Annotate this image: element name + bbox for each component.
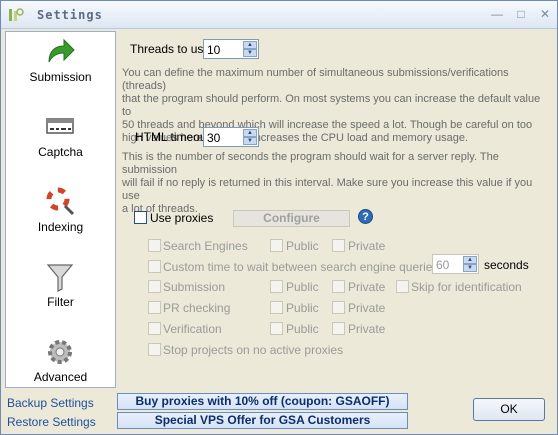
lifebuoy-search-icon [46, 187, 75, 216]
wait-seconds-value: 60 [436, 258, 450, 272]
spin-up-icon[interactable]: ▲ [463, 256, 477, 264]
sidebar-item-filter[interactable]: Filter [6, 257, 115, 329]
spin-up-icon[interactable]: ▲ [243, 41, 257, 49]
help-icon[interactable]: ? [358, 209, 373, 224]
skip-identification-checkbox[interactable] [396, 280, 409, 293]
skip-identification-label: Skip for identification [411, 280, 522, 294]
threads-value: 10 [207, 43, 221, 57]
app-icon [9, 8, 24, 21]
sidebar-item-label: Captcha [38, 145, 83, 159]
public-label: Public [286, 301, 319, 315]
search-engines-label: Search Engines [163, 239, 248, 253]
spin-down-icon[interactable]: ▼ [243, 49, 257, 57]
html-timeout-label: HTML timeout [135, 130, 210, 144]
green-arrow-icon [48, 38, 75, 63]
configure-button[interactable]: Configure [233, 210, 350, 227]
pr-checking-label: PR checking [163, 301, 231, 315]
sidebar-item-label: Indexing [37, 220, 84, 234]
use-proxies-label: Use proxies [150, 211, 214, 225]
search-engines-private-checkbox[interactable] [332, 239, 345, 252]
html-timeout-description: This is the number of seconds the progra… [122, 151, 533, 215]
sidebar-item-label: Advanced [33, 370, 88, 384]
sidebar-item-indexing[interactable]: Indexing [6, 182, 115, 254]
spin-down-icon[interactable]: ▼ [243, 137, 257, 145]
window-title: Settings [37, 8, 103, 22]
settings-window: Settings — □ ✕ Submission Captcha Indexi… [0, 0, 558, 435]
pr-private-checkbox[interactable] [332, 301, 345, 314]
submission-private-checkbox[interactable] [332, 280, 345, 293]
threads-stepper[interactable]: 10 ▲ ▼ [203, 39, 259, 59]
seconds-label: seconds [484, 258, 529, 272]
verification-label: Verification [163, 322, 222, 336]
wait-seconds-stepper[interactable]: 60 ▲ ▼ [432, 254, 479, 274]
stop-projects-checkbox[interactable] [148, 343, 161, 356]
sidebar-item-label: Submission [29, 70, 92, 84]
sidebar-item-captcha[interactable]: Captcha [6, 107, 115, 179]
public-label: Public [286, 239, 319, 253]
backup-settings-link[interactable]: Backup Settings [7, 396, 94, 410]
buy-proxies-button[interactable]: Buy proxies with 10% off (coupon: GSAOFF… [117, 393, 408, 410]
submission-checkbox[interactable] [148, 280, 161, 293]
pr-checking-checkbox[interactable] [148, 301, 161, 314]
submission-public-checkbox[interactable] [270, 280, 283, 293]
private-label: Private [348, 280, 386, 294]
sidebar: Submission Captcha Indexing Filter Advan… [5, 31, 116, 388]
spin-up-icon[interactable]: ▲ [243, 129, 257, 137]
custom-wait-checkbox[interactable] [148, 260, 161, 273]
verification-private-checkbox[interactable] [332, 322, 345, 335]
threads-label: Threads to use [130, 42, 211, 56]
use-proxies-checkbox[interactable] [134, 211, 147, 224]
html-timeout-stepper[interactable]: 30 ▲ ▼ [203, 127, 259, 147]
submission-settings-panel: Threads to use 10 ▲ ▼ You can define the … [118, 31, 555, 388]
submission-label: Submission [163, 280, 226, 294]
search-engines-public-checkbox[interactable] [270, 239, 283, 252]
sidebar-item-label: Filter [47, 295, 74, 309]
verification-checkbox[interactable] [148, 322, 161, 335]
pr-public-checkbox[interactable] [270, 301, 283, 314]
vps-offer-button[interactable]: Special VPS Offer for GSA Customers [117, 412, 408, 429]
spin-down-icon[interactable]: ▼ [463, 264, 477, 272]
private-label: Private [348, 322, 386, 336]
restore-settings-link[interactable]: Restore Settings [7, 415, 96, 429]
verification-public-checkbox[interactable] [270, 322, 283, 335]
funnel-icon [46, 264, 74, 292]
private-label: Private [348, 301, 386, 315]
maximize-icon[interactable]: □ [513, 7, 529, 21]
sidebar-item-advanced[interactable]: Advanced [6, 332, 115, 404]
minimize-icon[interactable]: — [489, 7, 505, 21]
private-label: Private [348, 239, 386, 253]
public-label: Public [286, 322, 319, 336]
sidebar-item-submission[interactable]: Submission [6, 32, 115, 104]
ok-button[interactable]: OK [473, 398, 545, 421]
title-bar: Settings — □ ✕ [1, 1, 557, 29]
search-engines-checkbox[interactable] [148, 239, 161, 252]
gear-icon [48, 340, 72, 364]
public-label: Public [286, 280, 319, 294]
captcha-icon [46, 118, 74, 134]
stop-projects-label: Stop projects on no active proxies [163, 343, 344, 357]
custom-wait-label: Custom time to wait between search engin… [163, 260, 439, 274]
close-icon[interactable]: ✕ [537, 7, 553, 21]
html-timeout-value: 30 [207, 131, 221, 145]
